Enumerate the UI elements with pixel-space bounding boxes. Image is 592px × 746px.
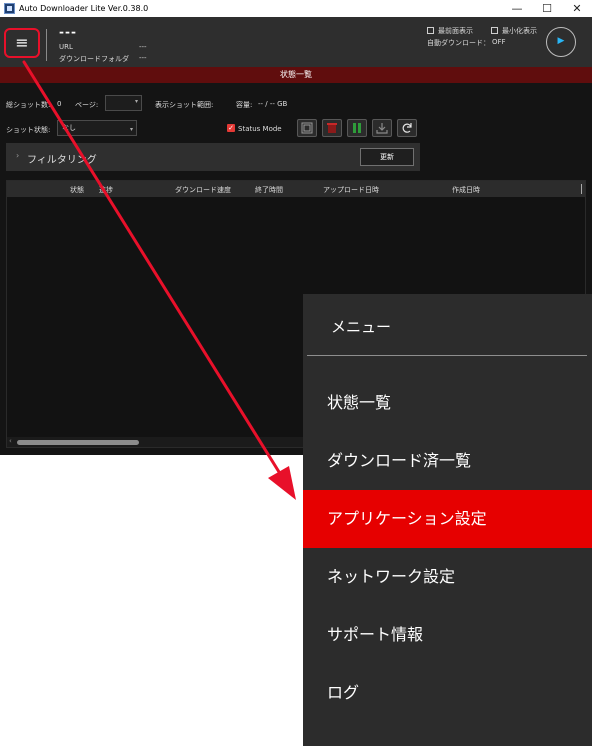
menu-item-application-settings[interactable]: アプリケーション設定 [303, 490, 592, 548]
column-header-download-speed[interactable]: ダウンロード速度 [175, 185, 231, 195]
minimize-button[interactable]: — [502, 0, 532, 17]
scroll-left-icon[interactable]: ‹ [9, 437, 12, 445]
column-header-end-time[interactable]: 終了時間 [255, 185, 283, 195]
menu-item-label: アプリケーション設定 [327, 509, 487, 528]
app-header: ≡ --- URL --- ダウンロードフォルダ --- 最前面表示 最小化表示… [0, 17, 592, 67]
filter-label: フィルタリング [27, 155, 97, 166]
play-icon: ▶ [557, 36, 565, 46]
title-bar: Auto Downloader Lite Ver.0.38.0 — ☐ ✕ [0, 0, 592, 17]
film-icon [301, 122, 313, 134]
maximize-button[interactable]: ☐ [532, 0, 562, 17]
app-icon [4, 3, 15, 14]
menu-item-network-settings[interactable]: ネットワーク設定 [303, 548, 592, 606]
shot-status-select[interactable]: なし ▾ [57, 120, 137, 136]
menu-divider [307, 355, 587, 356]
auto-download-label: 自動ダウンロード： [427, 39, 490, 47]
always-on-top-label: 最前面表示 [438, 27, 473, 35]
pause-icon [353, 123, 361, 133]
horizontal-scrollbar-thumb[interactable] [17, 440, 139, 445]
page-label: ページ: [75, 101, 99, 109]
column-header-upload-date[interactable]: アップロード日時 [323, 185, 379, 195]
refresh-button[interactable] [397, 119, 417, 137]
chevron-down-icon: ▾ [129, 126, 133, 133]
download-folder-value: --- [139, 54, 147, 62]
menu-item-support-info[interactable]: サポート情報 [303, 606, 592, 664]
status-mode-checkbox[interactable]: ✓ [227, 124, 235, 132]
header-title: --- [59, 25, 77, 39]
url-label: URL [59, 43, 73, 51]
page-select[interactable]: ▾ [105, 95, 142, 111]
hamburger-menu-button[interactable]: ≡ [4, 28, 40, 58]
side-menu: メニュー 状態一覧 ダウンロード済一覧 アプリケーション設定 ネットワーク設定 … [303, 294, 592, 746]
chevron-right-icon: › [16, 151, 20, 160]
delete-icon [327, 123, 337, 133]
filter-panel[interactable]: › フィルタリング 更新 [6, 143, 420, 171]
status-list-bar: 状態一覧 [0, 67, 592, 83]
refresh-icon [402, 123, 412, 133]
auto-download-value: OFF [492, 38, 506, 46]
play-button[interactable]: ▶ [546, 27, 576, 57]
menu-item-downloaded-list[interactable]: ダウンロード済一覧 [303, 432, 592, 490]
hamburger-icon: ≡ [15, 33, 29, 52]
table-header: 状態 進捗 ダウンロード速度 終了時間 アップロード日時 作成日時 [7, 181, 585, 197]
column-resize-handle[interactable] [581, 184, 582, 194]
shot-status-value: なし [62, 124, 76, 132]
menu-item-label: ダウンロード済一覧 [327, 451, 472, 470]
delete-button[interactable] [322, 119, 342, 137]
column-header-status[interactable]: 状態 [70, 185, 84, 195]
update-button[interactable]: 更新 [360, 148, 414, 166]
menu-item-label: ログ [327, 683, 360, 702]
menu-item-status-list[interactable]: 状態一覧 [303, 374, 592, 432]
menu-item-label: ネットワーク設定 [327, 567, 456, 586]
menu-item-label: 状態一覧 [327, 393, 392, 412]
download-icon [376, 123, 388, 134]
url-value: --- [139, 43, 147, 51]
column-header-created-date[interactable]: 作成日時 [452, 185, 480, 195]
column-header-progress[interactable]: 進捗 [99, 185, 113, 195]
menu-item-log[interactable]: ログ [303, 664, 592, 722]
always-on-top-checkbox[interactable] [427, 27, 434, 34]
minimize-display-checkbox[interactable] [491, 27, 498, 34]
total-shots-label: 総ショット数: [6, 101, 51, 109]
menu-item-label: サポート情報 [327, 625, 424, 644]
shot-status-label: ショット状態: [6, 126, 51, 134]
display-range-label: 表示ショット範囲: [155, 101, 214, 109]
download-folder-label: ダウンロードフォルダ [59, 55, 129, 63]
chevron-down-icon: ▾ [134, 98, 138, 105]
window-title: Auto Downloader Lite Ver.0.38.0 [19, 4, 149, 13]
header-divider [46, 29, 47, 61]
capacity-label: 容量: [236, 101, 253, 109]
close-button[interactable]: ✕ [562, 0, 592, 17]
status-mode-label: Status Mode [238, 125, 282, 133]
minimize-display-label: 最小化表示 [502, 27, 537, 35]
pause-button[interactable] [347, 119, 367, 137]
download-button[interactable] [372, 119, 392, 137]
capacity-value: -- / -- GB [258, 100, 288, 108]
total-shots-value: 0 [57, 100, 62, 108]
menu-title: メニュー [331, 318, 392, 336]
film-icon-button[interactable] [297, 119, 317, 137]
